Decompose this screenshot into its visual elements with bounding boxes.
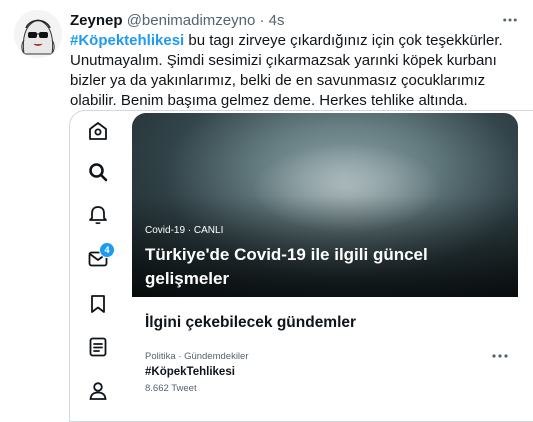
tweet-header: Zeynep @benimadimzeyno · 4s (70, 11, 285, 31)
avatar[interactable] (14, 10, 62, 58)
news-hero-card[interactable]: Covid-19 · CANLI Türkiye'de Covid-19 ile… (132, 113, 518, 297)
trend-tweet-count: 8.662 Tweet (145, 383, 197, 394)
author-handle[interactable]: @benimadimzeyno (127, 12, 256, 29)
tweet-text: #Köpektehlikesi bu tagı zirveye çıkardığ… (70, 31, 520, 111)
separator-dot: · (259, 12, 265, 29)
tweet-media[interactable]: 4 Covid-19 · CANLI Türkiye'de Covid-19 i… (69, 110, 533, 422)
hero-label: Covid-19 · CANLI (145, 225, 224, 236)
more-options-icon[interactable] (496, 6, 524, 34)
hero-title: Türkiye'de Covid-19 ile ilgili güncel ge… (145, 245, 428, 288)
trend-more-icon[interactable] (490, 349, 510, 363)
bookmarks-icon[interactable] (86, 292, 110, 316)
tweet-time[interactable]: 4s (269, 12, 285, 29)
app-sidebar: 4 (70, 111, 126, 421)
trend-meta: Politika · Gündemdekiler (145, 351, 249, 362)
profile-icon[interactable] (86, 379, 110, 403)
lists-icon[interactable] (86, 335, 110, 359)
trend-hashtag[interactable]: #KöpekTehlikesi (145, 366, 235, 378)
messages-badge: 4 (99, 242, 115, 258)
notifications-icon[interactable] (86, 202, 110, 226)
search-icon[interactable] (86, 160, 110, 184)
trends-heading: İlgini çekebilecek gündemler (145, 314, 357, 331)
hashtag-link[interactable]: #Köpektehlikesi (70, 32, 184, 49)
author-name[interactable]: Zeynep (70, 12, 123, 29)
home-icon[interactable] (86, 119, 110, 143)
avatar-illustration (14, 10, 62, 58)
